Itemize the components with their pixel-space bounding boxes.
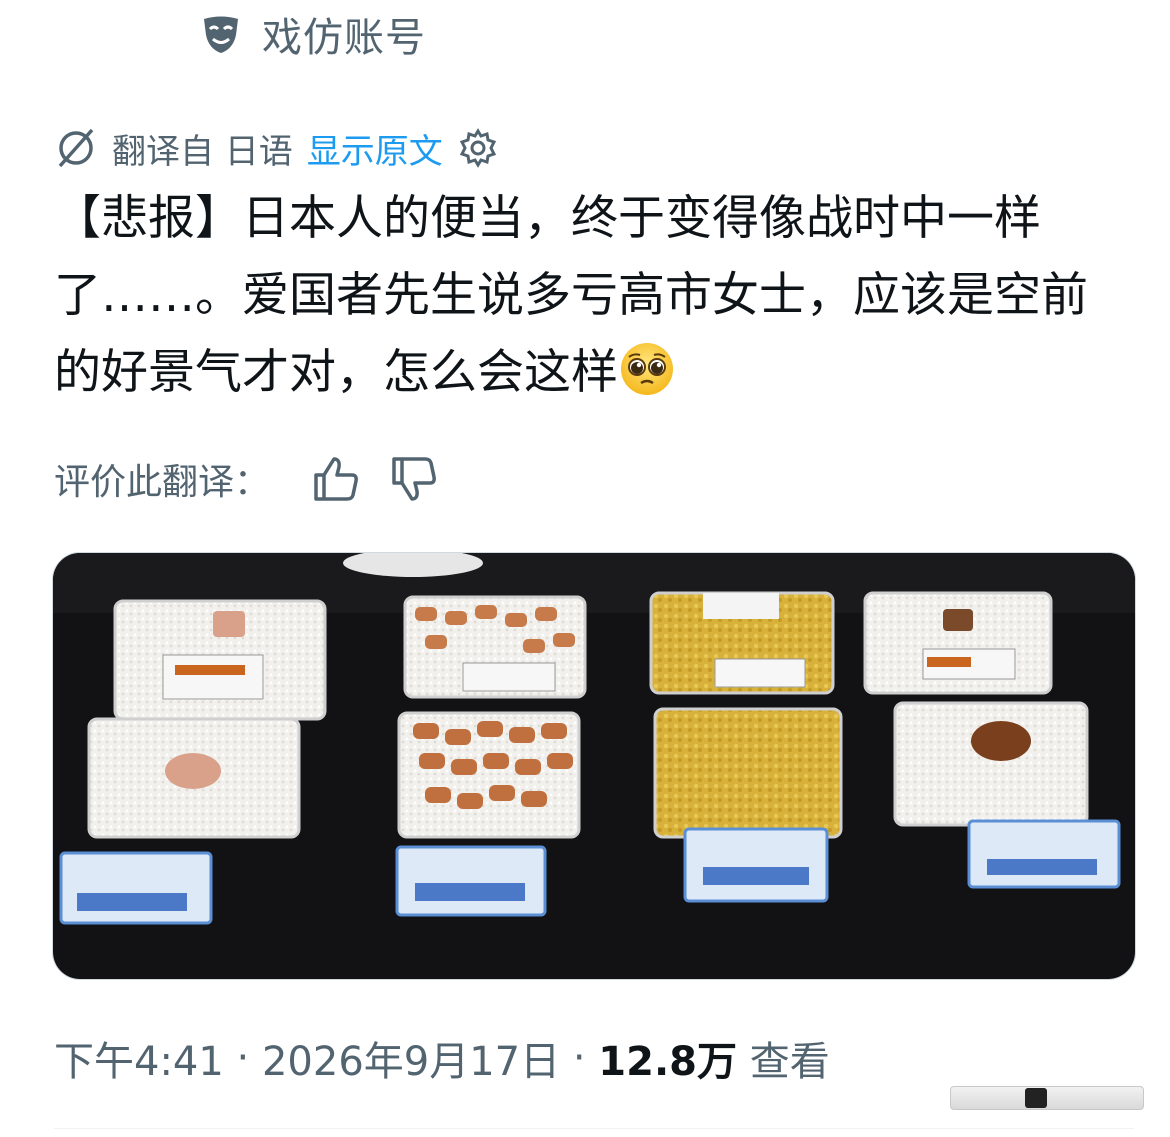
rate-translation-label: 评价此翻译： [54, 462, 271, 503]
translation-row: 翻译自 日语 显示原文 [54, 124, 499, 172]
post-photo[interactable] [52, 552, 1136, 980]
scroll-knob[interactable] [1025, 1088, 1047, 1108]
thumbs-up-icon[interactable] [310, 453, 362, 505]
views-label[interactable]: 查看 [750, 1029, 830, 1087]
thumbs-down-icon[interactable] [388, 453, 440, 505]
meta-separator: · [223, 1035, 262, 1081]
parody-account-label: 戏仿账号 [262, 15, 426, 61]
divider [54, 1128, 1134, 1129]
pleading-face-emoji [621, 343, 673, 395]
post-text: 【悲报】日本人的便当，终于变得像战时中一样了……。爱国者先生说多亏高市女士，应该… [54, 180, 1134, 411]
meta-separator: · [560, 1035, 599, 1081]
views-spacer [737, 1035, 750, 1081]
post-meta-row: 下午4:41 · 2026年9月17日 · 12.8万 查看 [54, 1030, 830, 1086]
post-time[interactable]: 下午4:41 [54, 1029, 224, 1087]
views-count[interactable]: 12.8万 [598, 1029, 737, 1087]
theater-mask-icon [204, 16, 238, 53]
translate-icon [58, 128, 94, 168]
rate-translation-row: 评价此翻译： [54, 452, 466, 506]
translated-from-label: 翻译自 日语 [112, 131, 293, 172]
post-body: 【悲报】日本人的便当，终于变得像战时中一样了……。爱国者先生说多亏高市女士，应该… [54, 191, 1088, 400]
show-original-link[interactable]: 显示原文 [307, 124, 443, 173]
parody-account-row: 戏仿账号 [200, 6, 426, 62]
bento-photo-illustration [53, 553, 1135, 979]
post-date[interactable]: 2026年9月17日 [262, 1029, 560, 1087]
gear-icon[interactable] [457, 127, 499, 169]
scroll-indicator[interactable] [950, 1086, 1144, 1110]
